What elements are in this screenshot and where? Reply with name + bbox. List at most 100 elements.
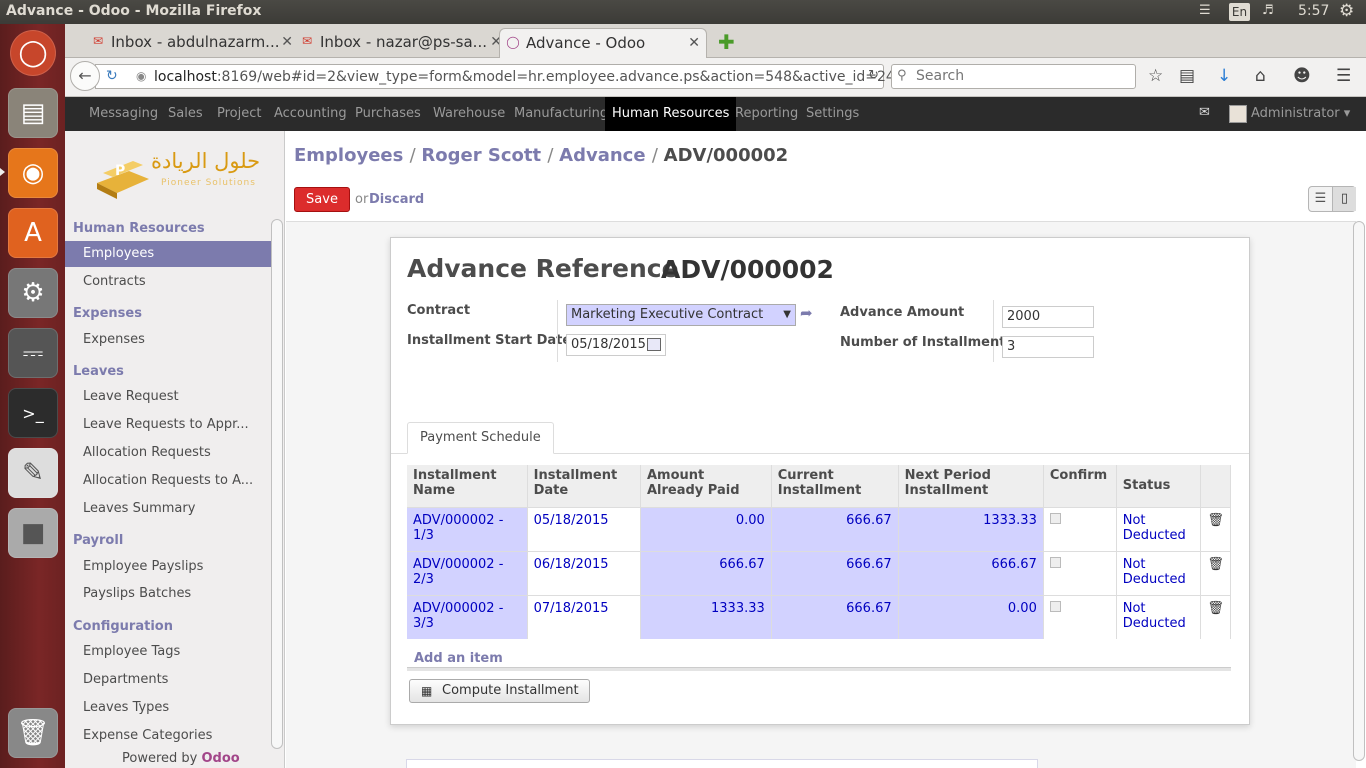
home-icon[interactable]: ⌂: [1255, 66, 1266, 86]
cell-current[interactable]: 666.67: [771, 506, 899, 551]
ubuntu-dash-icon[interactable]: ◯: [10, 30, 56, 76]
external-link-icon[interactable]: ➦: [800, 304, 813, 322]
contract-select[interactable]: Marketing Executive Contract ▼: [566, 304, 796, 326]
trash-icon[interactable]: 🗑: [1207, 601, 1224, 616]
chat-icon[interactable]: ✉: [1199, 105, 1210, 120]
start-date-field[interactable]: 05/18/2015: [566, 334, 666, 356]
sidebar-item-expenses[interactable]: Expenses: [65, 327, 271, 353]
reading-list-icon[interactable]: ▤: [1179, 66, 1195, 86]
form-view-icon[interactable]: ▯: [1333, 187, 1356, 211]
confirm-checkbox[interactable]: [1049, 556, 1061, 568]
menu-sales[interactable]: Sales: [161, 97, 210, 131]
cell-date[interactable]: 06/18/2015: [527, 550, 641, 595]
avatar[interactable]: [1229, 105, 1247, 123]
menu-accounting[interactable]: Accounting: [267, 97, 354, 131]
reload-icon[interactable]: ↻: [106, 68, 118, 84]
sidebar-item-leave-request[interactable]: Leave Request: [65, 384, 271, 410]
tab-advance-odoo[interactable]: ◯ Advance - Odoo ✕: [499, 28, 707, 58]
discard-button[interactable]: Discard: [369, 192, 424, 207]
save-button[interactable]: Save: [294, 187, 350, 212]
cell-next[interactable]: 0.00: [898, 594, 1044, 639]
firefox-icon[interactable]: ◉: [8, 148, 58, 198]
cell-paid[interactable]: 666.67: [640, 550, 772, 595]
sidebar-item-contracts[interactable]: Contracts: [65, 269, 271, 295]
breadcrumb-employee[interactable]: Roger Scott: [421, 145, 541, 166]
menu-messaging[interactable]: Messaging: [82, 97, 165, 131]
confirm-checkbox[interactable]: [1049, 600, 1061, 612]
sidebar-item-allocation-requests[interactable]: Allocation Requests: [65, 440, 271, 466]
confirm-checkbox[interactable]: [1049, 512, 1061, 524]
trash-icon[interactable]: 🗑: [8, 708, 58, 758]
system-settings-icon[interactable]: ⚙: [8, 268, 58, 318]
table-row[interactable]: ADV/000002 - 3/3 07/18/2015 1333.33 666.…: [407, 594, 1231, 639]
sidebar-item-allocation-requests-to-approve[interactable]: Allocation Requests to A...: [65, 468, 271, 494]
sidebar-item-employees[interactable]: Employees: [65, 241, 271, 267]
table-row[interactable]: ADV/000002 - 1/3 05/18/2015 0.00 666.67 …: [407, 506, 1231, 551]
disk-icon[interactable]: ■: [8, 508, 58, 558]
sidebar-item-employee-tags[interactable]: Employee Tags: [65, 639, 271, 665]
files-icon[interactable]: ▤: [8, 88, 58, 138]
col-amount-paid[interactable]: Amount Already Paid: [640, 465, 772, 507]
cell-date[interactable]: 05/18/2015: [527, 506, 641, 551]
remote-desktop-icon[interactable]: ⎓: [8, 328, 58, 378]
col-next-period-installment[interactable]: Next Period Installment: [898, 465, 1044, 507]
tab-inbox-1[interactable]: ✉ Inbox - abdulnazarm... ✕: [85, 28, 293, 58]
list-view-icon[interactable]: ☰: [1309, 187, 1333, 211]
back-button[interactable]: ←: [70, 61, 100, 91]
col-installment-name[interactable]: Installment Name: [407, 465, 528, 507]
text-editor-icon[interactable]: ✎: [8, 448, 58, 498]
keyboard-language-indicator[interactable]: En: [1229, 3, 1250, 21]
col-status[interactable]: Status: [1116, 465, 1202, 507]
new-tab-icon[interactable]: ✚: [718, 30, 735, 54]
advance-amount-field[interactable]: 2000: [1002, 306, 1094, 328]
cell-name[interactable]: ADV/000002 - 1/3: [407, 506, 528, 551]
close-icon[interactable]: ✕: [281, 28, 293, 56]
trash-icon[interactable]: 🗑: [1207, 557, 1224, 572]
calendar-icon[interactable]: [647, 338, 661, 351]
sidebar-item-leaves-summary[interactable]: Leaves Summary: [65, 496, 271, 522]
cell-next[interactable]: 1333.33: [898, 506, 1044, 551]
search-input[interactable]: [916, 68, 1126, 84]
cell-next[interactable]: 666.67: [898, 550, 1044, 595]
cell-current[interactable]: 666.67: [771, 594, 899, 639]
add-item-link[interactable]: Add an item: [414, 651, 503, 666]
menu-purchases[interactable]: Purchases: [348, 97, 428, 131]
system-gear-icon[interactable]: ⚙: [1339, 1, 1354, 21]
sidebar-item-leave-requests-to-approve[interactable]: Leave Requests to Appr...: [65, 412, 271, 438]
menu-manufacturing[interactable]: Manufacturing: [507, 97, 615, 131]
tab-payment-schedule[interactable]: Payment Schedule: [407, 422, 554, 454]
table-row[interactable]: ADV/000002 - 2/3 06/18/2015 666.67 666.6…: [407, 550, 1231, 595]
breadcrumb-employees[interactable]: Employees: [294, 145, 403, 166]
sidebar-scrollbar[interactable]: [271, 219, 283, 749]
wifi-icon[interactable]: ☰: [1199, 3, 1211, 18]
sidebar-item-employee-payslips[interactable]: Employee Payslips: [65, 554, 271, 580]
col-current-installment[interactable]: Current Installment: [771, 465, 899, 507]
cell-name[interactable]: ADV/000002 - 2/3: [407, 550, 528, 595]
clock[interactable]: 5:57: [1298, 3, 1329, 19]
cell-paid[interactable]: 1333.33: [640, 594, 772, 639]
chat-icon[interactable]: ☻: [1293, 66, 1311, 86]
trash-icon[interactable]: 🗑: [1207, 513, 1224, 528]
col-confirm[interactable]: Confirm: [1043, 465, 1117, 507]
software-center-icon[interactable]: A: [8, 208, 58, 258]
cell-paid[interactable]: 0.00: [640, 506, 772, 551]
breadcrumb-advance[interactable]: Advance: [559, 145, 645, 166]
sidebar-item-departments[interactable]: Departments: [65, 667, 271, 693]
downloads-icon[interactable]: ↓: [1217, 66, 1231, 86]
user-menu[interactable]: Administrator ▾: [1251, 97, 1350, 131]
volume-icon[interactable]: ♬: [1262, 3, 1274, 18]
sidebar-item-expense-categories[interactable]: Expense Categories: [65, 723, 271, 749]
tab-inbox-2[interactable]: ✉ Inbox - nazar@ps-sa... ✕: [294, 28, 502, 58]
url-bar[interactable]: ↻ ◉ localhost:8169/web#id=2&view_type=fo…: [95, 64, 895, 89]
sidebar-item-leaves-types[interactable]: Leaves Types: [65, 695, 271, 721]
close-icon[interactable]: ✕: [688, 29, 700, 57]
menu-reporting[interactable]: Reporting: [728, 97, 805, 131]
installments-field[interactable]: 3: [1002, 336, 1094, 358]
go-icon[interactable]: ↻: [868, 68, 879, 83]
search-bar[interactable]: ⚲: [891, 64, 1136, 89]
cell-date[interactable]: 07/18/2015: [527, 594, 641, 639]
menu-project[interactable]: Project: [210, 97, 268, 131]
menu-icon[interactable]: ☰: [1336, 66, 1351, 86]
compute-installment-button[interactable]: ▦ Compute Installment: [409, 679, 590, 703]
odoo-brand-link[interactable]: Odoo: [202, 751, 240, 766]
